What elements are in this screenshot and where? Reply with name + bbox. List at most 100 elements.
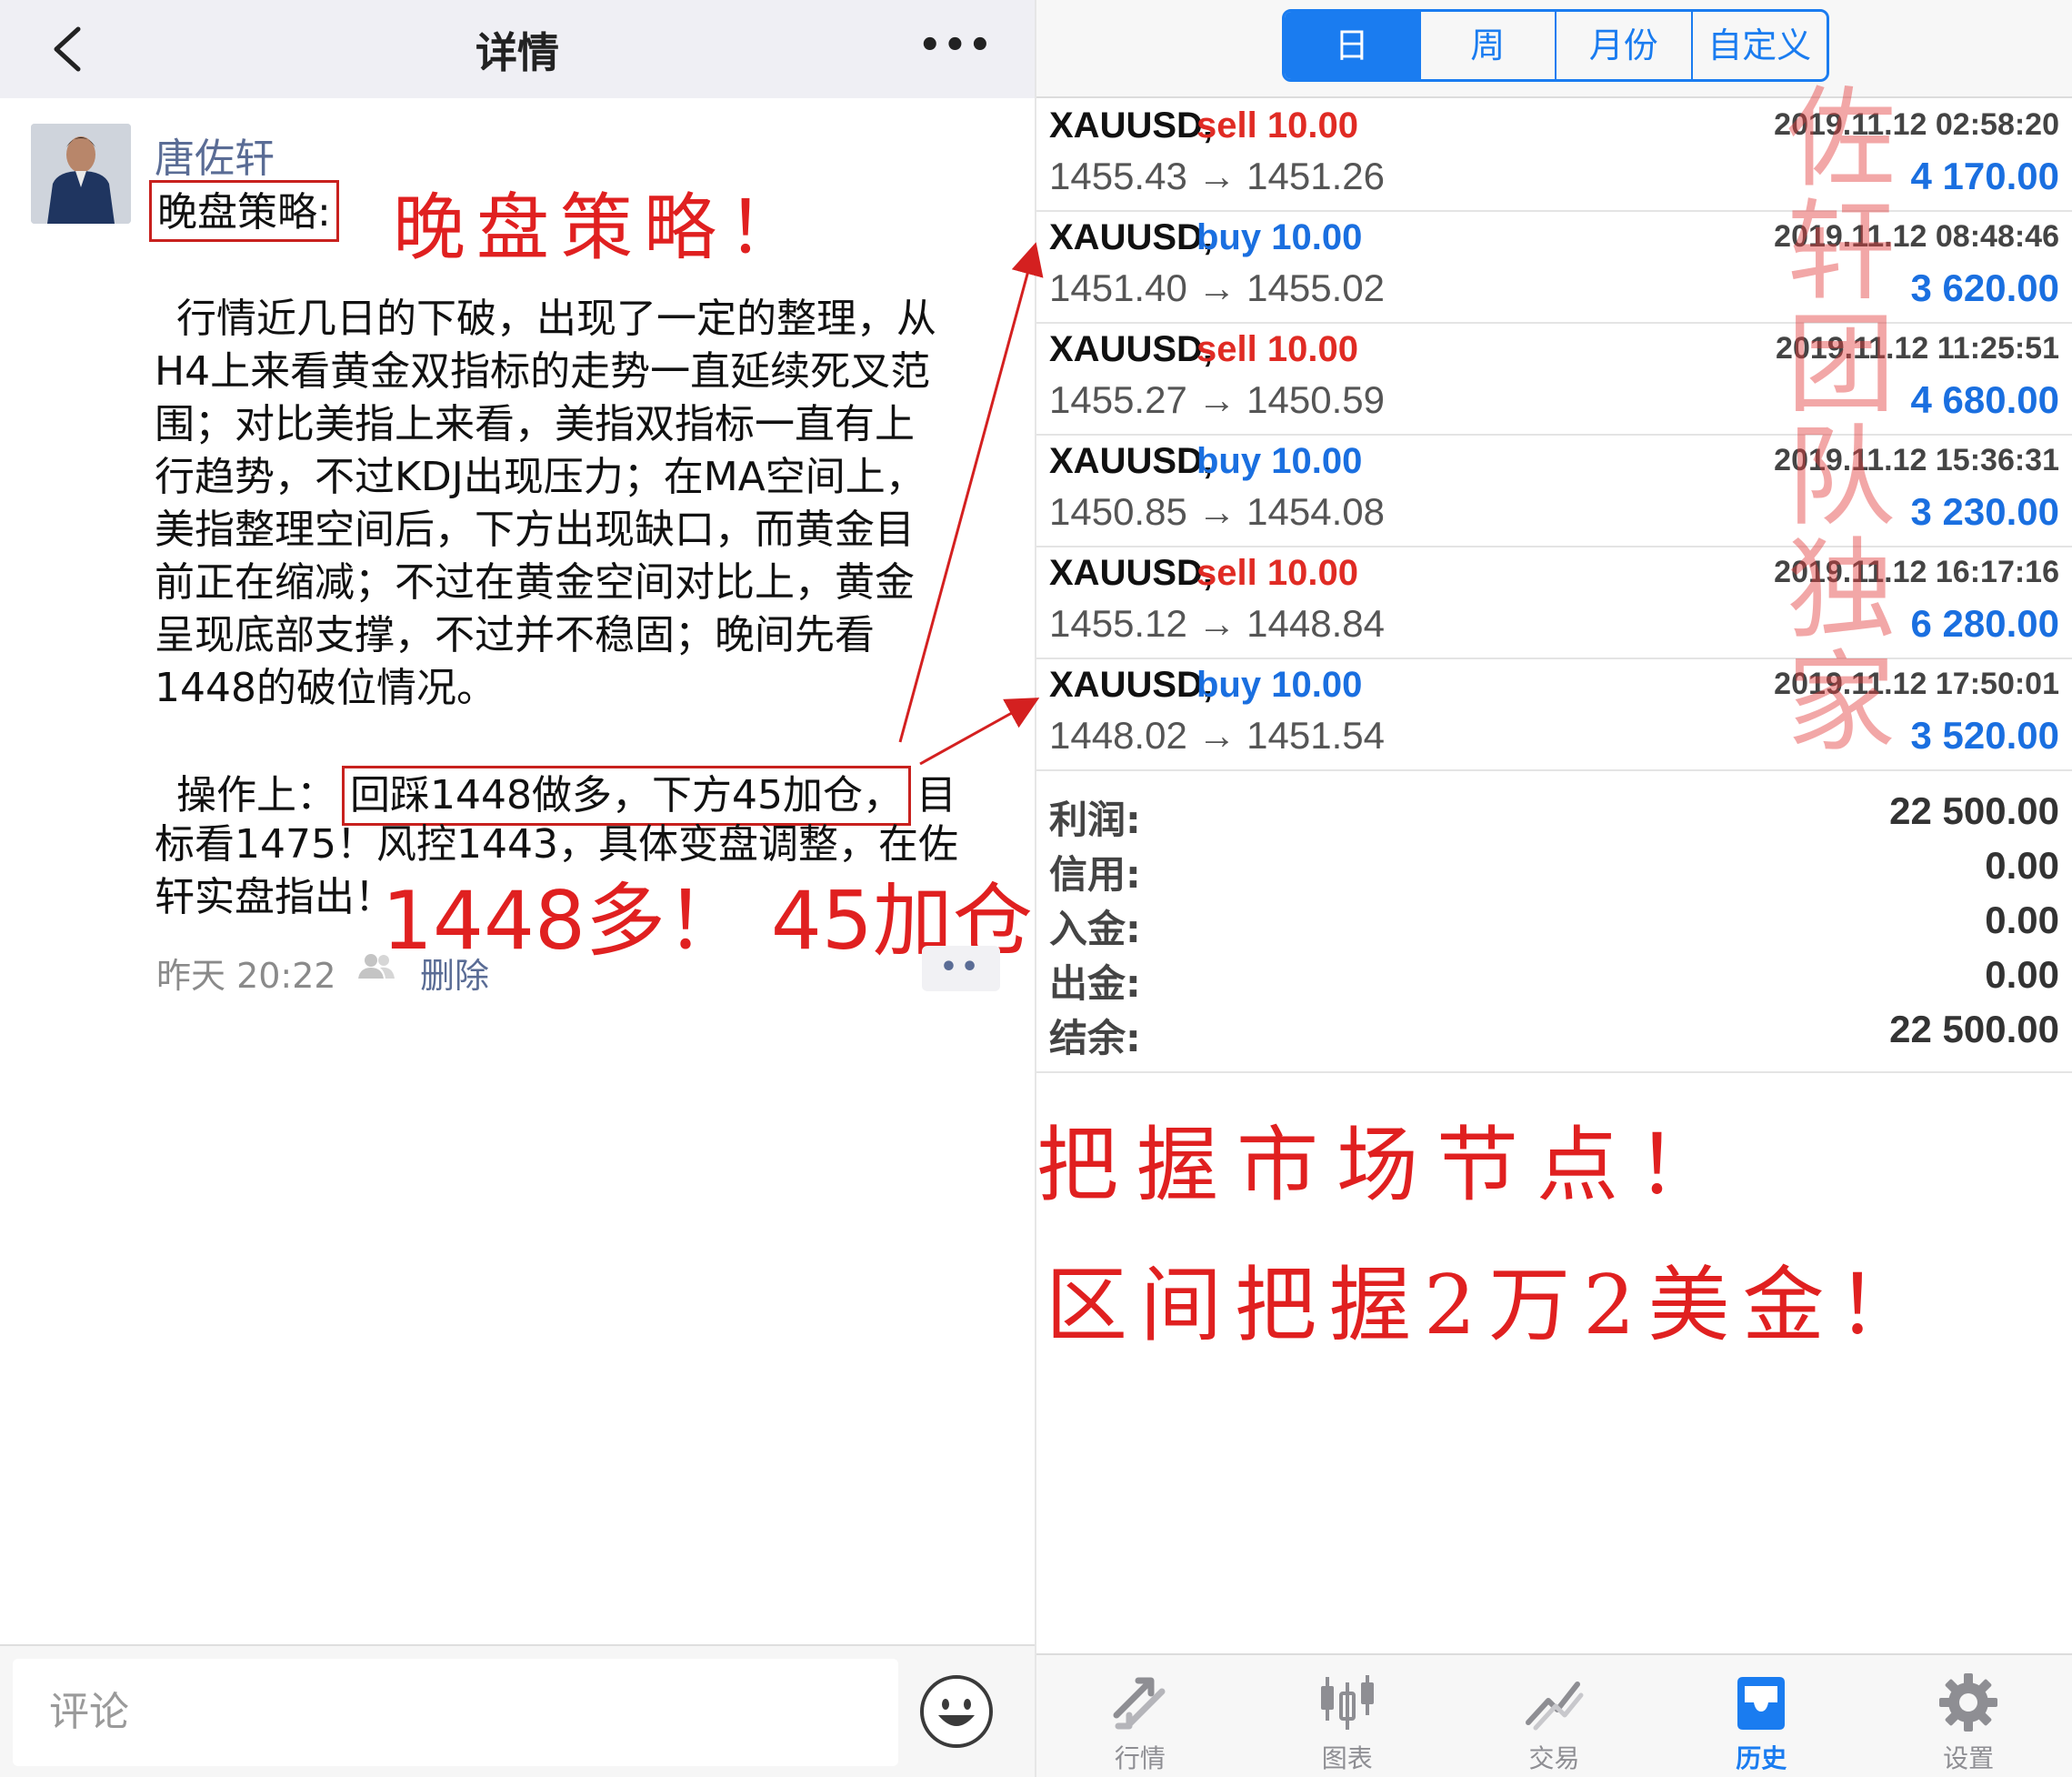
tab-trade[interactable]: 交易 <box>1451 1655 1658 1777</box>
trade-prices: 1451.40 → 1455.02 <box>1049 266 1385 309</box>
watermark-char: 轩 <box>1787 189 1896 316</box>
summary-row-profit: 利润: 22 500.00 <box>1036 789 2072 844</box>
trade-profit: 4 680.00 <box>1910 378 2060 421</box>
body-line: 行情近几日的下破，出现了一定的整理，从 <box>176 296 936 342</box>
visibility-people-icon <box>356 951 396 980</box>
post-timestamp: 昨天 20:22 <box>156 956 336 996</box>
person-photo-icon <box>31 124 131 224</box>
comment-like-menu-button[interactable]: •• <box>922 946 1000 991</box>
watermark-char: 佐 <box>1787 76 1896 203</box>
trade-prices: 1455.12 → 1448.84 <box>1049 602 1385 645</box>
trade-prices: 1455.27 → 1450.59 <box>1049 378 1385 421</box>
body-line: H4上来看黄金双指标的走势一直延续死叉范 <box>155 348 931 395</box>
handwritten-annotation-1: 把握市场节点！ <box>1036 1118 1737 1213</box>
summary-label: 入金: <box>1049 907 1141 951</box>
trade-row[interactable]: XAUUSD, sell 10.00 1455.43 → 1451.26 201… <box>1036 100 2072 212</box>
trade-profit: 6 280.00 <box>1910 602 2060 645</box>
period-tab-custom[interactable]: 自定义 <box>1693 12 1827 79</box>
trade-symbol: XAUUSD, <box>1049 441 1214 481</box>
trade-row[interactable]: XAUUSD, buy 10.00 1448.02 → 1451.54 2019… <box>1036 659 2072 771</box>
trade-profit: 3 520.00 <box>1910 714 2060 757</box>
period-segmented-control: 日 周 月份 自定义 <box>1282 9 1829 82</box>
trade-side: buy 10.00 <box>1196 441 1363 481</box>
trade-row[interactable]: XAUUSD, buy 10.00 1451.40 → 1455.02 2019… <box>1036 212 2072 324</box>
trade-history-panel: 日 周 月份 自定义 XAUUSD, sell 10.00 1455.43 → … <box>1036 0 2072 1777</box>
operation-line-3: 轩实盘指出！ <box>155 874 395 920</box>
delete-link[interactable]: 删除 <box>420 948 489 998</box>
page-title: 详情 <box>475 28 559 77</box>
comment-input[interactable]: 评论 <box>13 1659 898 1766</box>
avatar[interactable] <box>31 124 131 224</box>
operation-suffix: 目 <box>916 772 956 818</box>
tab-label: 图表 <box>1321 1743 1373 1773</box>
tab-quotes[interactable]: 行情 <box>1036 1655 1244 1777</box>
moments-detail-panel: 详情 ••• 唐佐轩 晚盘策略: 晚盘策略！ 行情近几日的下破，出现了一定的整理… <box>0 0 1113 1777</box>
trade-profit: 3 230.00 <box>1910 490 2060 533</box>
body-line: 行趋势，不过KDJ出现压力；在MA空间上， <box>155 454 926 500</box>
trade-prices: 1455.43 → 1451.26 <box>1049 155 1385 197</box>
body-line: 美指整理空间后，下方出现缺口，而黄金目 <box>155 507 915 553</box>
period-tab-day[interactable]: 日 <box>1285 12 1421 79</box>
smiley-face-icon <box>920 1675 993 1748</box>
trade-symbol: XAUUSD, <box>1049 665 1214 705</box>
trade-row[interactable]: XAUUSD, buy 10.00 1450.85 → 1454.08 2019… <box>1036 436 2072 547</box>
trade-symbol: XAUUSD, <box>1049 329 1214 369</box>
candlestick-chart-icon <box>1320 1675 1374 1730</box>
trade-symbol: XAUUSD, <box>1049 217 1214 257</box>
account-summary: 利润: 22 500.00 信用: 0.00 入金: 0.00 出金: 0.00… <box>1036 782 2072 1073</box>
trade-prices: 1448.02 → 1451.54 <box>1049 714 1385 757</box>
handwritten-title-annotation: 晚盘策略！ <box>393 186 811 270</box>
trade-chart-icon <box>1526 1682 1584 1731</box>
trade-row[interactable]: XAUUSD, sell 10.00 1455.27 → 1450.59 201… <box>1036 324 2072 436</box>
more-options-button[interactable]: ••• <box>918 20 992 71</box>
trade-symbol: XAUUSD, <box>1049 553 1214 593</box>
bottom-tab-bar: 行情 图表 交易 历史 设置 <box>1036 1653 2072 1777</box>
summary-value: 0.00 <box>1985 953 2059 996</box>
summary-value: 0.00 <box>1985 844 2059 887</box>
trade-side: sell 10.00 <box>1196 329 1358 369</box>
tab-chart[interactable]: 图表 <box>1244 1655 1451 1777</box>
summary-value: 0.00 <box>1985 899 2059 941</box>
tab-settings[interactable]: 设置 <box>1865 1655 2072 1777</box>
trade-side: sell 10.00 <box>1196 553 1358 593</box>
handwritten-operation-annotation: 1448多！ 45加仓！ <box>382 874 1113 968</box>
comment-bar: 评论 <box>0 1644 1035 1777</box>
history-inbox-icon <box>1737 1677 1786 1730</box>
trade-prices: 1450.85 → 1454.08 <box>1049 490 1385 533</box>
operation-line: 操作上： 回踩1448做多，下方45加仓，目 <box>155 766 956 826</box>
trade-side: buy 10.00 <box>1196 217 1363 257</box>
operation-boxed-text: 回踩1448做多，下方45加仓， <box>342 766 911 826</box>
summary-label: 利润: <box>1049 798 1141 842</box>
summary-label: 结余: <box>1049 1016 1141 1060</box>
summary-row-deposit: 入金: 0.00 <box>1036 899 2072 953</box>
summary-value: 22 500.00 <box>1889 1008 2059 1050</box>
watermark-vertical-text: 佐 轩 团 队 独 家 <box>1773 84 1909 760</box>
tab-label: 设置 <box>1943 1743 1995 1773</box>
body-line: 前正在缩减；不过在黄金空间对比上，黄金 <box>155 559 915 606</box>
nav-bar: 详情 ••• <box>0 0 1035 98</box>
trade-side: sell 10.00 <box>1196 105 1358 146</box>
summary-label: 出金: <box>1049 961 1141 1006</box>
watermark-char: 团 <box>1787 302 1896 428</box>
summary-row-balance: 结余: 22 500.00 <box>1036 1008 2072 1062</box>
trade-profit: 3 620.00 <box>1910 266 2060 309</box>
tab-label: 交易 <box>1528 1743 1580 1773</box>
trade-symbol: XAUUSD, <box>1049 105 1214 146</box>
quotes-arrows-icon <box>1113 1677 1166 1730</box>
summary-row-credit: 信用: 0.00 <box>1036 844 2072 899</box>
trade-row[interactable]: XAUUSD, sell 10.00 1455.12 → 1448.84 201… <box>1036 547 2072 659</box>
tab-history[interactable]: 历史 <box>1657 1655 1865 1777</box>
emoji-button[interactable] <box>918 1673 995 1750</box>
watermark-char: 队 <box>1787 415 1896 541</box>
watermark-char: 独 <box>1787 527 1896 654</box>
period-header: 日 周 月份 自定义 <box>1036 0 2072 98</box>
tab-label: 历史 <box>1736 1743 1787 1773</box>
watermark-char: 家 <box>1787 640 1896 767</box>
author-name[interactable]: 唐佐轩 <box>155 125 275 184</box>
summary-label: 信用: <box>1049 852 1141 897</box>
period-tab-week[interactable]: 周 <box>1421 12 1557 79</box>
body-line: 1448的破位情况。 <box>155 665 496 711</box>
handwritten-annotation-2: 区间把握2万2美金！ <box>1046 1258 1932 1353</box>
strategy-title-boxed: 晚盘策略: <box>149 180 339 242</box>
period-tab-month[interactable]: 月份 <box>1557 12 1693 79</box>
